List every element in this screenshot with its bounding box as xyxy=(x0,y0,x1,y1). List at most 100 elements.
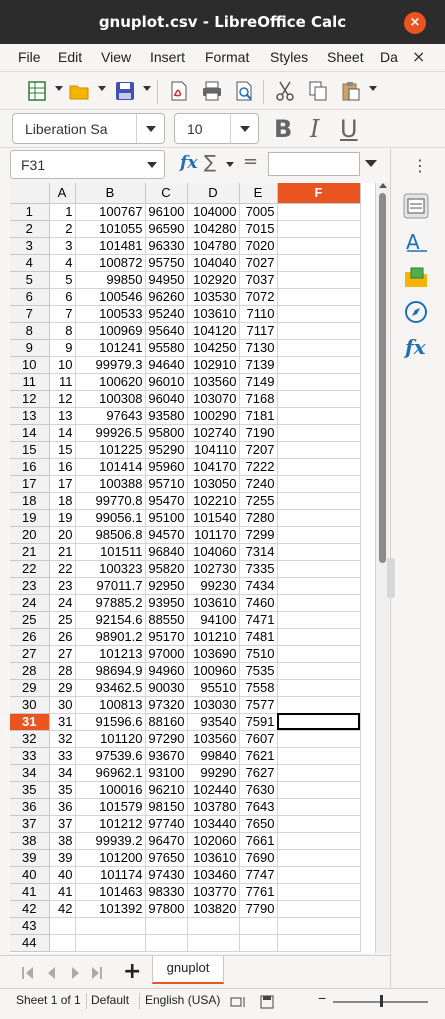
cell[interactable]: 93950 xyxy=(145,594,188,612)
cell[interactable]: 95710 xyxy=(145,475,188,493)
cell[interactable]: 102060 xyxy=(187,832,240,850)
language-status[interactable]: English (USA) xyxy=(145,993,220,1007)
cell[interactable] xyxy=(277,356,361,374)
cell[interactable] xyxy=(277,764,361,782)
cell[interactable]: 103820 xyxy=(187,900,240,918)
row-header[interactable]: 31 xyxy=(10,713,50,731)
cell[interactable]: 7240 xyxy=(239,475,278,493)
cell[interactable]: 28 xyxy=(49,662,76,680)
cell[interactable]: 94640 xyxy=(145,356,188,374)
cell[interactable]: 95240 xyxy=(145,305,188,323)
cell[interactable]: 96840 xyxy=(145,543,188,561)
cell[interactable]: 98506.8 xyxy=(75,526,146,544)
row-header[interactable]: 28 xyxy=(10,662,50,680)
cell[interactable]: 5 xyxy=(49,271,76,289)
cell[interactable] xyxy=(277,373,361,391)
cell[interactable]: 96100 xyxy=(145,203,188,221)
cell[interactable] xyxy=(277,917,361,935)
new-dropdown-arrow[interactable] xyxy=(55,86,63,91)
cell[interactable]: 102910 xyxy=(187,356,240,374)
row-header[interactable]: 26 xyxy=(10,628,50,646)
cell[interactable]: 97320 xyxy=(145,696,188,714)
copy-icon[interactable] xyxy=(307,80,329,102)
row-header[interactable]: 1 xyxy=(10,203,50,221)
select-all-corner[interactable] xyxy=(10,183,50,204)
cell[interactable] xyxy=(145,917,188,935)
cell[interactable] xyxy=(277,611,361,629)
column-header-f[interactable]: F xyxy=(277,183,361,204)
cell[interactable]: 101225 xyxy=(75,441,146,459)
cell[interactable]: 6 xyxy=(49,288,76,306)
row-header[interactable]: 14 xyxy=(10,424,50,442)
cell[interactable] xyxy=(277,662,361,680)
cell[interactable]: 33 xyxy=(49,747,76,765)
cell[interactable]: 95580 xyxy=(145,339,188,357)
gallery-icon[interactable] xyxy=(403,264,429,290)
menu-sheet[interactable]: Sheet xyxy=(327,49,364,65)
cell[interactable]: 7460 xyxy=(239,594,278,612)
cell[interactable]: 101511 xyxy=(75,543,146,561)
scroll-up-arrow[interactable] xyxy=(379,183,387,188)
cell[interactable] xyxy=(187,934,240,952)
column-header-a[interactable]: A xyxy=(49,183,76,204)
cell[interactable] xyxy=(277,220,361,238)
cell[interactable] xyxy=(277,458,361,476)
cell[interactable]: 100308 xyxy=(75,390,146,408)
cell[interactable]: 7020 xyxy=(239,237,278,255)
cell[interactable]: 91596.6 xyxy=(75,713,146,731)
cell[interactable]: 94960 xyxy=(145,662,188,680)
cell[interactable]: 7577 xyxy=(239,696,278,714)
cell[interactable]: 37 xyxy=(49,815,76,833)
row-header[interactable]: 8 xyxy=(10,322,50,340)
cell[interactable]: 96040 xyxy=(145,390,188,408)
row-header[interactable]: 5 xyxy=(10,271,50,289)
cell[interactable]: 14 xyxy=(49,424,76,442)
cell[interactable]: 103770 xyxy=(187,883,240,901)
menu-view[interactable]: View xyxy=(101,49,131,65)
cell[interactable]: 104280 xyxy=(187,220,240,238)
cell[interactable]: 101170 xyxy=(187,526,240,544)
cell[interactable]: 100546 xyxy=(75,288,146,306)
cell[interactable]: 35 xyxy=(49,781,76,799)
add-sheet-button[interactable]: + xyxy=(123,959,141,984)
cell[interactable]: 93462.5 xyxy=(75,679,146,697)
cell[interactable]: 103780 xyxy=(187,798,240,816)
cell[interactable]: 7168 xyxy=(239,390,278,408)
cell[interactable] xyxy=(277,424,361,442)
cell[interactable] xyxy=(277,866,361,884)
cell[interactable]: 7481 xyxy=(239,628,278,646)
cell[interactable] xyxy=(277,815,361,833)
row-header[interactable]: 21 xyxy=(10,543,50,561)
navigator-icon[interactable] xyxy=(403,299,429,325)
cell[interactable]: 24 xyxy=(49,594,76,612)
cell[interactable]: 104040 xyxy=(187,254,240,272)
cell[interactable]: 97430 xyxy=(145,866,188,884)
sidebar-collapse-handle[interactable] xyxy=(387,558,395,598)
cell[interactable]: 93580 xyxy=(145,407,188,425)
row-header[interactable]: 39 xyxy=(10,849,50,867)
sum-dropdown-arrow[interactable] xyxy=(226,162,234,167)
cell[interactable]: 96590 xyxy=(145,220,188,238)
name-box[interactable]: F31 xyxy=(10,150,165,179)
cell[interactable] xyxy=(277,509,361,527)
page-style-status[interactable]: Default xyxy=(91,993,129,1007)
cell[interactable]: 19 xyxy=(49,509,76,527)
cell[interactable] xyxy=(277,577,361,595)
cell[interactable]: 103460 xyxy=(187,866,240,884)
zoom-slider-thumb[interactable] xyxy=(380,995,383,1007)
cell[interactable]: 27 xyxy=(49,645,76,663)
row-header[interactable]: 42 xyxy=(10,900,50,918)
cell[interactable] xyxy=(277,900,361,918)
cell[interactable]: 99840 xyxy=(187,747,240,765)
menu-styles[interactable]: Styles xyxy=(270,49,308,65)
cell[interactable]: 7621 xyxy=(239,747,278,765)
cell[interactable]: 7535 xyxy=(239,662,278,680)
cell[interactable]: 7690 xyxy=(239,849,278,867)
cell[interactable]: 38 xyxy=(49,832,76,850)
cell[interactable]: 104120 xyxy=(187,322,240,340)
cell[interactable]: 104000 xyxy=(187,203,240,221)
cut-icon[interactable] xyxy=(274,80,296,102)
row-header[interactable]: 22 xyxy=(10,560,50,578)
sidebar-menu-icon[interactable]: ⋮ xyxy=(412,156,428,175)
functions-icon[interactable]: fx xyxy=(403,334,429,360)
